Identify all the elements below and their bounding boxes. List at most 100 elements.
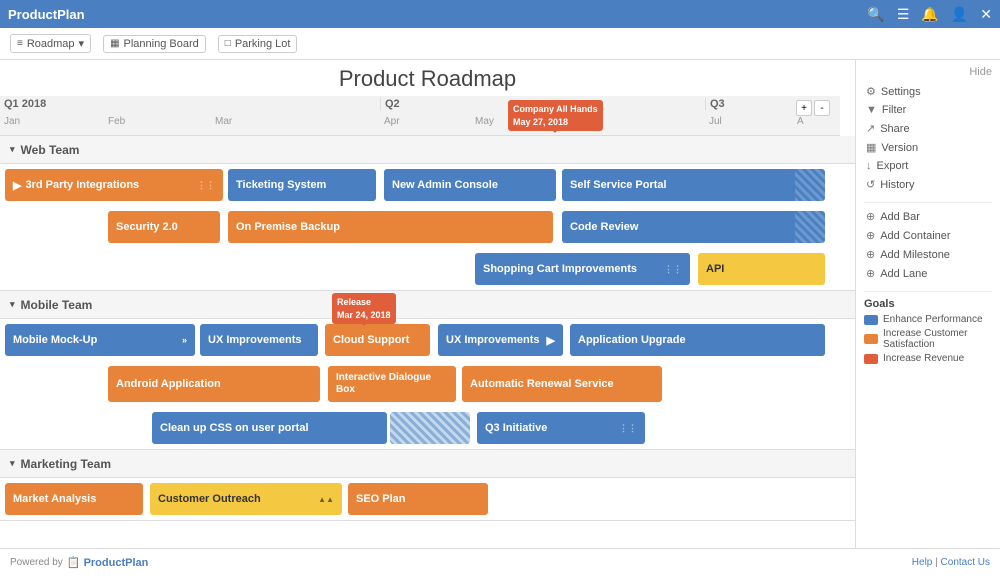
share-label: Share: [880, 123, 909, 135]
marketing-team-expand[interactable]: ▾: [10, 458, 15, 469]
roadmap-icon: ≡: [17, 38, 23, 49]
dialogue-box-bar[interactable]: Interactive Dialogue Box: [328, 366, 456, 402]
renewal-bar[interactable]: Automatic Renewal Service: [462, 366, 662, 402]
add-bar-icon: ⊕: [866, 210, 875, 223]
add-lane-item[interactable]: ⊕ Add Lane: [864, 264, 992, 283]
q3-initiative-bar[interactable]: Q3 Initiative ⋮⋮: [477, 412, 645, 444]
api-bar[interactable]: API: [698, 253, 825, 285]
milestone-label: Company All Hands: [513, 103, 598, 116]
mar-label: Mar: [215, 116, 232, 127]
hide-sidebar-btn[interactable]: Hide: [864, 66, 992, 78]
contact-link[interactable]: Contact Us: [941, 557, 990, 568]
planning-board-btn[interactable]: ▦ Planning Board: [103, 35, 206, 53]
export-item[interactable]: ↓ Export: [864, 157, 992, 175]
history-item[interactable]: ↺ History: [864, 175, 992, 194]
notification-icon[interactable]: 🔔: [921, 6, 938, 23]
self-service-bar[interactable]: Self Service Portal: [562, 169, 825, 201]
3rd-party-bar[interactable]: ▶ 3rd Party Integrations ⋮⋮: [5, 169, 223, 201]
dropdown-icon: ▾: [79, 37, 85, 50]
goal-revenue-color: [864, 354, 878, 364]
goal-satisfaction: Increase Customer Satisfaction: [864, 328, 992, 350]
seo-plan-bar[interactable]: SEO Plan: [348, 483, 488, 515]
on-premise-bar[interactable]: On Premise Backup: [228, 211, 553, 243]
ux-improvements-2-bar[interactable]: UX Improvements ▶: [438, 324, 563, 356]
mobile-row-2: Android Application Interactive Dialogue…: [0, 361, 855, 407]
settings-label: Settings: [881, 86, 921, 98]
customer-outreach-bar[interactable]: Customer Outreach ▲▲: [150, 483, 342, 515]
shopping-cart-bar[interactable]: Shopping Cart Improvements ⋮⋮: [475, 253, 690, 285]
parking-lot-btn[interactable]: □ Parking Lot: [218, 35, 298, 53]
footer: Powered by 📋 ProductPlan Help | Contact …: [0, 548, 1000, 576]
mobile-team-rows: Mobile Mock-Up » UX Improvements Cloud S…: [0, 319, 855, 449]
add-bar-label: Add Bar: [880, 211, 920, 223]
hatch-bar[interactable]: [390, 412, 470, 444]
close-icon[interactable]: ✕: [980, 6, 992, 23]
code-review-bar[interactable]: Code Review: [562, 211, 825, 243]
goals-section: Goals Enhance Performance Increase Custo…: [864, 298, 992, 364]
add-milestone-item[interactable]: ⊕ Add Milestone: [864, 245, 992, 264]
marketing-team-label: Marketing Team: [21, 457, 111, 471]
zoom-in-btn[interactable]: +: [796, 100, 812, 116]
ticketing-bar[interactable]: Ticketing System: [228, 169, 376, 201]
nav-icons: 🔍 ☰ 🔔 👤 ✕: [867, 6, 992, 23]
settings-item[interactable]: ⚙ Settings: [864, 82, 992, 101]
export-icon: ↓: [866, 160, 872, 172]
content-area: Product Roadmap Q1 2018 Jan Feb Mar Q2 A…: [0, 60, 855, 548]
mobile-team-label: Mobile Team: [21, 298, 93, 312]
bar-expand: ▶: [13, 179, 21, 192]
ux-improvements-bar[interactable]: UX Improvements: [200, 324, 318, 356]
android-app-bar[interactable]: Android Application: [108, 366, 320, 402]
export-label: Export: [877, 160, 909, 172]
roadmap-btn[interactable]: ≡ Roadmap ▾: [10, 34, 91, 53]
version-icon: ▦: [866, 141, 876, 154]
sidebar-divider-2: [864, 291, 992, 292]
marketing-team-header: ▾ Marketing Team: [0, 450, 855, 478]
version-item[interactable]: ▦ Version: [864, 138, 992, 157]
powered-by-label: Powered by: [10, 557, 63, 568]
admin-console-bar[interactable]: New Admin Console: [384, 169, 556, 201]
q3-label: Q3: [705, 98, 725, 110]
release-box: ReleaseMar 24, 2018: [332, 293, 396, 324]
roadmap-scroll[interactable]: Q1 2018 Jan Feb Mar Q2 Apr May Jun Q3 Ju…: [0, 96, 855, 548]
app-upgrade-bar[interactable]: Application Upgrade: [570, 324, 825, 356]
add-container-item[interactable]: ⊕ Add Container: [864, 226, 992, 245]
web-team-expand[interactable]: ▾: [10, 144, 15, 155]
help-link[interactable]: Help: [912, 557, 933, 568]
add-milestone-label: Add Milestone: [880, 249, 950, 261]
cloud-support-bar[interactable]: Cloud Support: [325, 324, 430, 356]
search-icon[interactable]: 🔍: [867, 6, 884, 23]
add-bar-item[interactable]: ⊕ Add Bar: [864, 207, 992, 226]
user-icon[interactable]: 👤: [951, 6, 968, 23]
mobile-team-block: ▾ Mobile Team ReleaseMar 24, 2018 Mobile…: [0, 291, 855, 450]
marketing-team-rows: Market Analysis Customer Outreach ▲▲ SEO…: [0, 478, 855, 520]
filter-label: Filter: [882, 104, 906, 116]
jan-label: Jan: [4, 116, 20, 127]
timeline-header: Q1 2018 Jan Feb Mar Q2 Apr May Jun Q3 Ju…: [0, 96, 840, 136]
web-team-label: Web Team: [21, 143, 80, 157]
milestone-date: May 27, 2018: [513, 116, 598, 129]
sidebar: Hide ⚙ Settings ▼ Filter ↗ Share ▦ Versi…: [855, 60, 1000, 548]
mobile-mockup-bar[interactable]: Mobile Mock-Up »: [5, 324, 195, 356]
filter-item[interactable]: ▼ Filter: [864, 101, 992, 119]
market-analysis-bar[interactable]: Market Analysis: [5, 483, 143, 515]
settings-icon: ⚙: [866, 85, 876, 98]
version-label: Version: [881, 142, 918, 154]
marketing-team-block: ▾ Marketing Team Market Analysis Custome…: [0, 450, 855, 521]
zoom-controls: + -: [796, 100, 830, 116]
q2-label: Q2: [380, 98, 400, 110]
goals-title: Goals: [864, 298, 992, 310]
mobile-team-expand[interactable]: ▾: [10, 299, 15, 310]
security-bar[interactable]: Security 2.0: [108, 211, 220, 243]
aug-label: A: [797, 116, 804, 127]
share-item[interactable]: ↗ Share: [864, 119, 992, 138]
q1-label: Q1 2018: [4, 98, 46, 110]
top-navbar: ProductPlan 🔍 ☰ 🔔 👤 ✕: [0, 0, 1000, 28]
add-container-icon: ⊕: [866, 229, 875, 242]
zoom-out-btn[interactable]: -: [814, 100, 830, 116]
menu-icon[interactable]: ☰: [897, 6, 910, 23]
goal-satisfaction-label: Increase Customer Satisfaction: [883, 328, 992, 350]
apr-label: Apr: [384, 116, 400, 127]
web-row-1: ▶ 3rd Party Integrations ⋮⋮ Ticketing Sy…: [0, 164, 855, 206]
feb-label: Feb: [108, 116, 125, 127]
css-portal-bar[interactable]: Clean up CSS on user portal: [152, 412, 387, 444]
